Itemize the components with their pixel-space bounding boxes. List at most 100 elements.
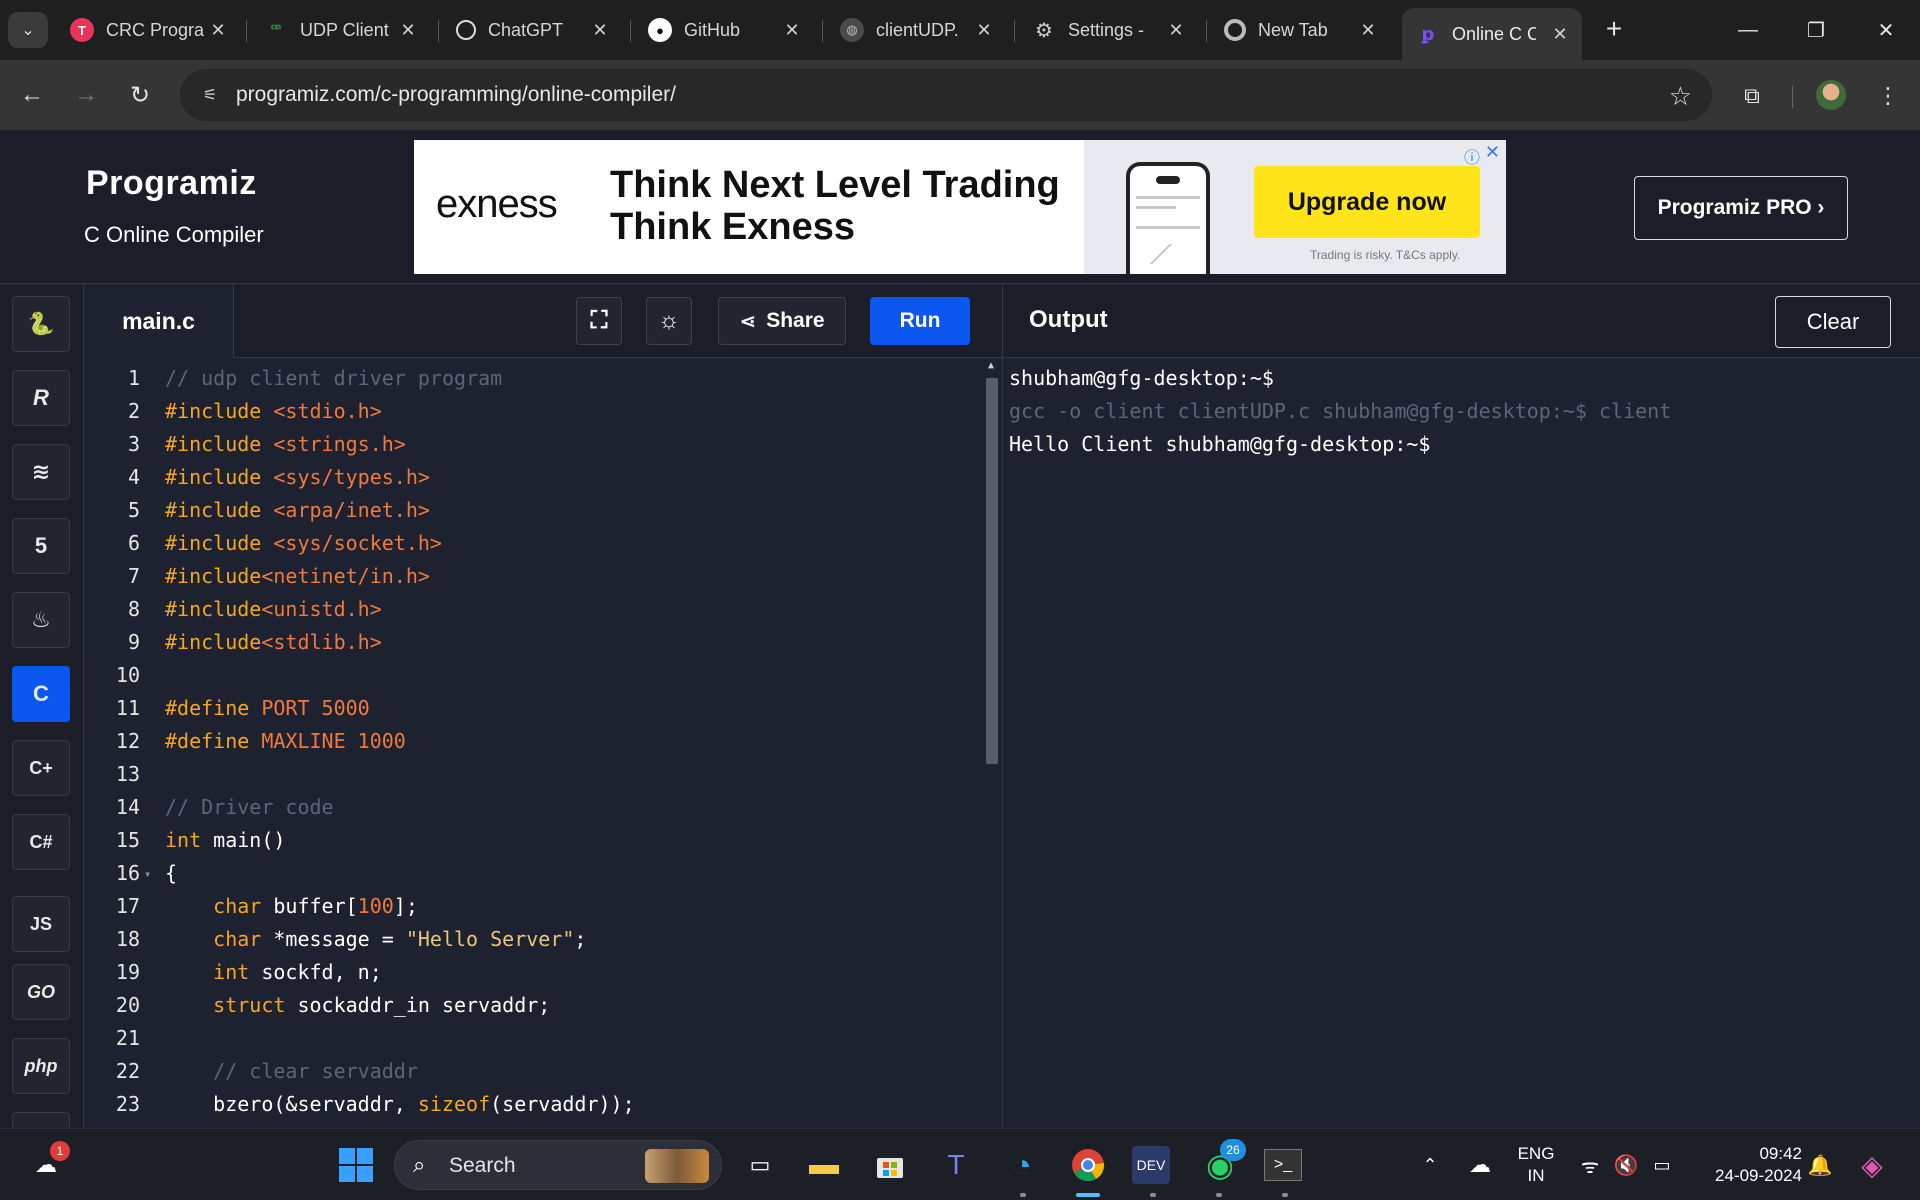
code-line[interactable]: char *message = "Hello Server"; <box>165 927 586 951</box>
cpp-icon[interactable]: C+ <box>12 740 70 796</box>
tab-search-button[interactable]: ⌄ <box>8 12 48 48</box>
tab-udp-client[interactable]: ꟹ UDP Client ✕ <box>264 10 420 50</box>
tab-crc[interactable]: T CRC Progra ✕ <box>70 10 230 50</box>
close-icon[interactable]: ✕ <box>588 18 612 42</box>
ad-upgrade-button[interactable]: Upgrade now <box>1254 166 1480 238</box>
back-icon[interactable]: ← <box>14 77 50 113</box>
output-console[interactable]: shubham@gfg-desktop:~$ gcc -o client clie… <box>1002 358 1920 1128</box>
programiz-logo[interactable]: Programiz <box>86 164 257 203</box>
r-icon[interactable]: R <box>12 370 70 426</box>
more-languages-icon[interactable] <box>12 1112 70 1128</box>
reload-icon[interactable]: ↻ <box>122 77 158 113</box>
input-language[interactable]: ENG IN <box>1508 1143 1564 1187</box>
tab-settings[interactable]: ⚙ Settings - ✕ <box>1032 10 1188 50</box>
code-line[interactable]: char buffer[100]; <box>165 894 418 918</box>
line-number: 21 <box>115 1026 140 1050</box>
extensions-icon[interactable]: ⧉ <box>1734 78 1770 114</box>
programiz-pro-button[interactable]: Programiz PRO › <box>1634 176 1848 240</box>
forward-icon[interactable]: → <box>68 77 104 113</box>
java-icon[interactable]: ♨ <box>12 592 70 648</box>
microsoft-store-icon[interactable] <box>868 1143 912 1187</box>
windows-start-icon[interactable] <box>334 1143 378 1187</box>
c-icon[interactable]: C <box>12 666 70 722</box>
clock[interactable]: 09:42 24-09-2024 <box>1686 1143 1802 1187</box>
battery-icon[interactable]: ▭ <box>1640 1143 1684 1187</box>
close-icon[interactable]: ✕ <box>780 18 804 42</box>
notification-badge: 1 <box>50 1141 70 1161</box>
run-button[interactable]: Run <box>870 297 970 345</box>
scroll-up-icon[interactable]: ▲ <box>988 360 994 371</box>
code-line[interactable]: { <box>165 861 177 885</box>
restore-icon[interactable]: ❐ <box>1796 12 1836 48</box>
bookmark-star-icon[interactable]: ☆ <box>1669 81 1692 112</box>
menu-kebab-icon[interactable]: ⋮ <box>1870 78 1906 114</box>
code-line[interactable]: #define PORT 5000 <box>165 696 370 720</box>
code-line[interactable]: #include <sys/socket.h> <box>165 531 442 555</box>
teams-icon[interactable]: T <box>934 1143 978 1187</box>
code-line[interactable]: // clear servaddr <box>165 1059 418 1083</box>
tab-clientudp[interactable]: ◍ clientUDP. ✕ <box>840 10 996 50</box>
minimize-icon[interactable]: — <box>1728 12 1768 48</box>
code-line[interactable]: int sockfd, n; <box>165 960 382 984</box>
file-explorer-icon[interactable]: ▬ <box>802 1143 846 1187</box>
close-icon[interactable]: ✕ <box>1548 22 1572 46</box>
site-info-icon[interactable]: ⚟ <box>198 83 222 107</box>
code-line[interactable]: #include<unistd.h> <box>165 597 382 621</box>
code-line[interactable]: #include<stdlib.h> <box>165 630 382 654</box>
tab-new-tab[interactable]: New Tab ✕ <box>1224 10 1380 50</box>
chevron-up-icon[interactable]: ⌃ <box>1408 1143 1452 1187</box>
code-line[interactable]: bzero(&servaddr, sizeof(servaddr)); <box>165 1092 634 1116</box>
clear-button[interactable]: Clear <box>1775 296 1891 348</box>
close-icon[interactable]: ✕ <box>1164 18 1188 42</box>
terminal-icon[interactable]: >_ <box>1264 1149 1302 1181</box>
tab-chatgpt[interactable]: ChatGPT ✕ <box>456 10 612 50</box>
theme-toggle-icon[interactable]: ☼ <box>646 297 692 345</box>
editor-scrollbar-thumb[interactable] <box>986 378 998 764</box>
js-icon[interactable]: JS <box>12 896 70 952</box>
share-button[interactable]: ⋖ Share <box>718 297 846 345</box>
python-icon[interactable]: 🐍 <box>12 296 70 352</box>
copilot-icon[interactable]: ◈ <box>1850 1143 1894 1187</box>
close-window-icon[interactable]: ✕ <box>1866 12 1906 48</box>
task-view-icon[interactable]: ▭ <box>738 1143 782 1187</box>
code-line[interactable]: int main() <box>165 828 285 852</box>
onedrive-icon[interactable]: ☁ <box>1458 1143 1502 1187</box>
code-line[interactable]: // udp client driver program <box>165 366 502 390</box>
code-line[interactable]: #include <arpa/inet.h> <box>165 498 430 522</box>
code-line[interactable]: #include<netinet/in.h> <box>165 564 430 588</box>
file-tab-main-c[interactable]: main.c <box>84 284 234 358</box>
taskbar-search[interactable]: ⌕ Search <box>394 1140 722 1190</box>
ad-info-icon[interactable]: ⓘ <box>1464 144 1480 168</box>
notification-bell-icon[interactable]: 🔔 <box>1798 1143 1842 1187</box>
advertisement-banner[interactable]: exness Think Next Level Trading Think Ex… <box>414 140 1506 274</box>
close-icon[interactable]: ✕ <box>1356 18 1380 42</box>
edge-icon[interactable]: ◔ <box>1000 1143 1044 1187</box>
chrome-taskbar-icon[interactable] <box>1066 1143 1110 1187</box>
sql-icon[interactable]: ≋ <box>12 444 70 500</box>
tab-github[interactable]: ● GitHub ✕ <box>648 10 804 50</box>
new-tab-button[interactable]: + <box>1598 14 1630 46</box>
code-line[interactable]: // Driver code <box>165 795 334 819</box>
code-line[interactable]: #include <sys/types.h> <box>165 465 430 489</box>
code-line[interactable]: struct sockaddr_in servaddr; <box>165 993 550 1017</box>
fullscreen-icon[interactable]: ⛶ <box>576 297 622 345</box>
code-line[interactable]: #include <strings.h> <box>165 432 406 456</box>
close-icon[interactable]: ✕ <box>396 18 420 42</box>
go-icon[interactable]: GO <box>12 964 70 1020</box>
omnibox[interactable]: ⚟ programiz.com/c-programming/online-com… <box>180 69 1712 121</box>
url-text[interactable]: programiz.com/c-programming/online-compi… <box>236 83 676 107</box>
close-icon[interactable]: ✕ <box>972 18 996 42</box>
tab-online-c-compiler[interactable]: ꝑ Online C C ✕ <box>1402 8 1582 60</box>
ad-close-icon[interactable]: ✕ <box>1485 142 1500 163</box>
profile-avatar[interactable] <box>1816 80 1846 110</box>
php-icon[interactable]: php <box>12 1038 70 1094</box>
csharp-icon[interactable]: C# <box>12 814 70 870</box>
code-editor[interactable]: ▲ 1 // udp client driver program 2 #include… <box>84 358 1002 1128</box>
fold-arrow-icon[interactable]: ▾ <box>144 867 151 881</box>
code-line[interactable]: #include <stdio.h> <box>165 399 382 423</box>
html5-icon[interactable]: 5 <box>12 518 70 574</box>
devcpp-icon[interactable]: DEV <box>1132 1146 1170 1184</box>
close-icon[interactable]: ✕ <box>206 18 230 42</box>
code-line[interactable]: #define MAXLINE 1000 <box>165 729 406 753</box>
line-number: 1 <box>127 366 140 390</box>
